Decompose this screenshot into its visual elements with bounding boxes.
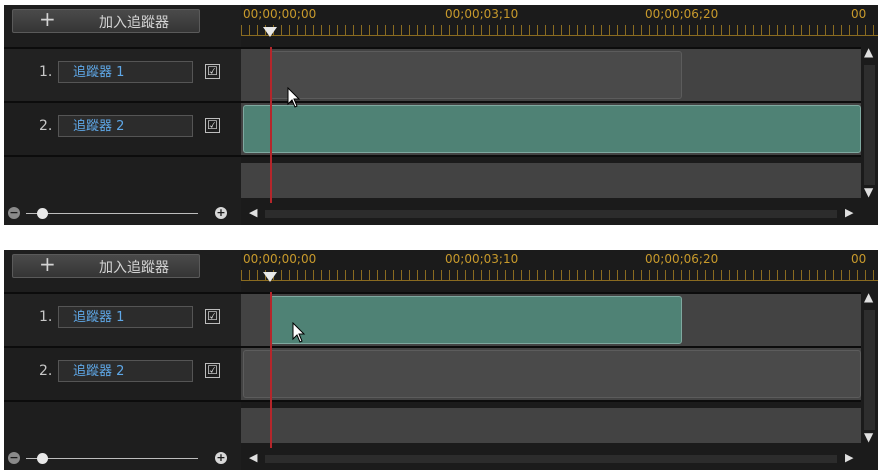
- tracker-name-field[interactable]: 追蹤器 2: [58, 360, 193, 382]
- timeline-ruler[interactable]: 00;00;00;00 00;00;03;10 00;00;06;20 00: [241, 5, 878, 47]
- zoom-out-icon[interactable]: −: [8, 207, 20, 219]
- tracker-clip[interactable]: [270, 51, 682, 99]
- scroll-thumb[interactable]: [265, 210, 837, 218]
- tracker-lane-1[interactable]: [241, 49, 861, 101]
- tracker-lane-1[interactable]: [241, 294, 861, 346]
- add-tracker-button[interactable]: + 加入追蹤器: [12, 252, 200, 278]
- empty-lane: [241, 408, 861, 443]
- empty-lane: [241, 163, 861, 198]
- zoom-in-icon[interactable]: +: [215, 207, 227, 219]
- vertical-scrollbar[interactable]: ▲ ▼: [861, 290, 878, 448]
- add-tracker-label: 加入追蹤器: [99, 260, 169, 276]
- tracker-visible-checkbox[interactable]: ☑: [205, 363, 220, 378]
- zoom-slider-track[interactable]: [26, 458, 198, 459]
- zoom-slider-track[interactable]: [26, 213, 198, 214]
- timecode-label: 00;00;06;20: [645, 252, 719, 266]
- zoom-slider-knob[interactable]: [37, 453, 48, 464]
- zoom-control: − +: [4, 448, 241, 470]
- ruler-ticks: [241, 270, 878, 281]
- tracker-number: 1.: [39, 64, 53, 80]
- tracker-name-field[interactable]: 追蹤器 2: [58, 115, 193, 137]
- playhead-handle[interactable]: [263, 272, 277, 282]
- tracker-clip[interactable]: [243, 350, 861, 398]
- scroll-left-icon[interactable]: ◀: [249, 451, 257, 464]
- tracker-lane-2[interactable]: [241, 103, 861, 155]
- horizontal-scrollbar[interactable]: ◀ ▶: [241, 448, 878, 470]
- playhead-handle[interactable]: [263, 27, 277, 37]
- zoom-slider-knob[interactable]: [37, 208, 48, 219]
- tracker-visible-checkbox[interactable]: ☑: [205, 309, 220, 324]
- timecode-label: 00;00;00;00: [243, 252, 317, 266]
- scroll-down-icon[interactable]: ▼: [864, 185, 873, 199]
- tracker-name-field[interactable]: 追蹤器 1: [58, 61, 193, 83]
- ruler-ticks: [241, 25, 878, 36]
- divider: [4, 155, 878, 157]
- tracker-visible-checkbox[interactable]: ☑: [205, 118, 220, 133]
- timeline-ruler[interactable]: 00;00;00;00 00;00;03;10 00;00;06;20 00: [241, 250, 878, 292]
- tracker-panel-2: + 加入追蹤器 00;00;00;00 00;00;03;10 00;00;06…: [4, 250, 878, 470]
- add-tracker-button[interactable]: + 加入追蹤器: [12, 7, 200, 33]
- divider: [4, 400, 878, 402]
- mouse-pointer-icon: [292, 322, 306, 343]
- tracker-row-1[interactable]: 1. 追蹤器 1 ☑: [4, 294, 241, 346]
- timecode-label: 00;00;06;20: [645, 7, 719, 21]
- tracker-name-field[interactable]: 追蹤器 1: [58, 306, 193, 328]
- playhead-line: [270, 292, 272, 448]
- scroll-up-icon[interactable]: ▲: [864, 290, 873, 304]
- tracker-lane-2[interactable]: [241, 348, 861, 400]
- scroll-thumb[interactable]: [864, 310, 875, 430]
- timecode-label: 00: [851, 252, 867, 266]
- vertical-scrollbar[interactable]: ▲ ▼: [861, 45, 878, 203]
- horizontal-scrollbar[interactable]: ◀ ▶: [241, 203, 878, 225]
- timecode-label: 00;00;03;10: [445, 7, 519, 21]
- scroll-right-icon[interactable]: ▶: [845, 451, 853, 464]
- scroll-right-icon[interactable]: ▶: [845, 206, 853, 219]
- playhead-line: [270, 47, 272, 203]
- tracker-visible-checkbox[interactable]: ☑: [205, 64, 220, 79]
- tracker-clip[interactable]: [243, 105, 861, 153]
- zoom-out-icon[interactable]: −: [8, 452, 20, 464]
- plus-icon: +: [39, 7, 56, 31]
- zoom-in-icon[interactable]: +: [215, 452, 227, 464]
- tracker-panel-1: + 加入追蹤器 00;00;00;00 00;00;03;10 00;00;06…: [4, 5, 878, 225]
- tracker-number: 1.: [39, 309, 53, 325]
- tracker-number: 2.: [39, 118, 53, 134]
- tracker-row-1[interactable]: 1. 追蹤器 1 ☑: [4, 49, 241, 101]
- timecode-label: 00;00;03;10: [445, 252, 519, 266]
- plus-icon: +: [39, 252, 56, 276]
- scroll-up-icon[interactable]: ▲: [864, 45, 873, 59]
- scroll-thumb[interactable]: [864, 65, 875, 185]
- scroll-down-icon[interactable]: ▼: [864, 430, 873, 444]
- tracker-row-2[interactable]: 2. 追蹤器 2 ☑: [4, 348, 241, 400]
- add-tracker-label: 加入追蹤器: [99, 15, 169, 31]
- timecode-label: 00: [851, 7, 867, 21]
- timecode-label: 00;00;00;00: [243, 7, 317, 21]
- tracker-clip[interactable]: [270, 296, 682, 344]
- tracker-row-2[interactable]: 2. 追蹤器 2 ☑: [4, 103, 241, 155]
- scroll-left-icon[interactable]: ◀: [249, 206, 257, 219]
- tracker-number: 2.: [39, 363, 53, 379]
- zoom-control: − +: [4, 203, 241, 225]
- scroll-thumb[interactable]: [265, 455, 837, 463]
- mouse-pointer-icon: [287, 87, 301, 108]
